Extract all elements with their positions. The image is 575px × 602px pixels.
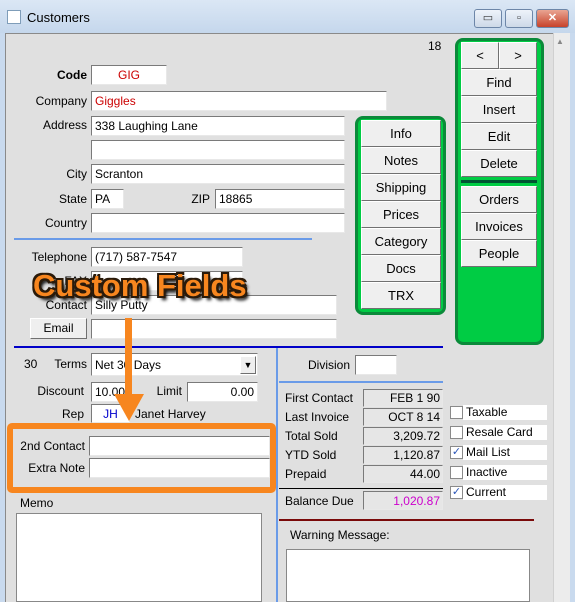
divider — [14, 238, 312, 240]
stat-value: OCT 8 14 — [363, 408, 443, 426]
balance-due-label: Balance Due — [285, 494, 354, 508]
stat-label: Total Sold — [285, 429, 338, 443]
tab-shipping[interactable]: Shipping — [361, 174, 441, 201]
company-field[interactable]: Giggles — [91, 91, 387, 111]
stat-label: YTD Sold — [285, 448, 337, 462]
company-label: Company — [35, 94, 87, 108]
stat-value: 44.00 — [363, 465, 443, 483]
tab-info[interactable]: Info — [361, 120, 441, 147]
maximize-button[interactable]: ▫ — [505, 9, 533, 28]
divider — [279, 519, 534, 521]
stat-value: FEB 1 90 — [363, 389, 443, 407]
insert-button[interactable]: Insert — [461, 96, 537, 123]
scrollbar[interactable] — [553, 33, 570, 602]
checkbox[interactable]: ✓ — [450, 446, 463, 459]
stat-label: First Contact — [285, 391, 354, 405]
country-field[interactable] — [91, 213, 345, 233]
address-line1-field[interactable]: 338 Laughing Lane — [91, 116, 345, 136]
invoices-button[interactable]: Invoices — [461, 213, 537, 240]
window-title: Customers — [27, 10, 90, 25]
prev-record-button[interactable]: < — [461, 42, 499, 69]
arrow-icon — [114, 318, 144, 421]
email-button[interactable]: Email — [30, 318, 87, 339]
tab-category[interactable]: Category — [361, 228, 441, 255]
address-line2-field[interactable] — [91, 140, 345, 160]
checkbox-label: Resale Card — [463, 425, 547, 440]
limit-field[interactable]: 0.00 — [187, 382, 258, 402]
discount-label: Discount — [37, 384, 84, 398]
state-label: State — [58, 192, 87, 206]
tab-prices[interactable]: Prices — [361, 201, 441, 228]
checkbox-label: Taxable — [463, 405, 547, 420]
checkbox[interactable]: ✓ — [450, 486, 463, 499]
checkbox-label: Mail List — [463, 445, 547, 460]
stat-label: Prepaid — [285, 467, 327, 481]
address-label: Address — [42, 118, 87, 132]
memo-textarea[interactable] — [16, 513, 262, 602]
close-button[interactable]: ✕ — [536, 9, 569, 28]
custom-fields-callout: Custom Fields — [33, 268, 247, 303]
stat-value: 3,209.72 — [363, 427, 443, 445]
stat-value: 1,120.87 — [363, 446, 443, 464]
scroll-up-icon[interactable]: ▲ — [556, 37, 564, 46]
divider — [14, 346, 443, 348]
division-field[interactable] — [355, 355, 397, 375]
zip-field[interactable]: 18865 — [215, 189, 345, 209]
code-label: Code — [57, 68, 87, 82]
checkbox[interactable] — [450, 426, 463, 439]
rep-label: Rep — [61, 407, 84, 421]
checkbox-label: Inactive — [463, 465, 547, 480]
state-field[interactable]: PA — [91, 189, 124, 209]
code-field[interactable]: GIG — [91, 65, 167, 85]
checkbox[interactable] — [450, 406, 463, 419]
window-icon — [7, 10, 21, 24]
divider — [279, 381, 443, 383]
tab-notes[interactable]: Notes — [361, 147, 441, 174]
orders-button[interactable]: Orders — [461, 186, 537, 213]
record-number: 18 — [428, 39, 442, 53]
divider — [279, 488, 443, 489]
custom-fields-highlight — [7, 423, 276, 493]
warning-textarea[interactable] — [286, 549, 530, 602]
divider — [276, 348, 278, 602]
city-field[interactable]: Scranton — [91, 164, 345, 184]
city-label: City — [66, 167, 87, 181]
telephone-field[interactable]: (717) 587-7547 — [91, 247, 243, 267]
country-label: Country — [44, 216, 87, 230]
balance-due-value: 1,020.87 — [363, 491, 443, 510]
terms-label: Terms — [54, 357, 87, 371]
tab-trx[interactable]: TRX — [361, 282, 441, 309]
memo-label: Memo — [20, 496, 54, 510]
terms-days: 30 — [24, 357, 38, 371]
tab-docs[interactable]: Docs — [361, 255, 441, 282]
zip-label: ZIP — [191, 192, 210, 206]
divider — [461, 180, 537, 183]
people-button[interactable]: People — [461, 240, 537, 267]
division-label: Division — [307, 358, 350, 372]
warning-label: Warning Message: — [290, 528, 390, 542]
stat-label: Last Invoice — [285, 410, 350, 424]
find-button[interactable]: Find — [461, 69, 537, 96]
minimize-button[interactable]: ▭ — [474, 9, 502, 28]
delete-button[interactable]: Delete — [461, 150, 537, 177]
edit-button[interactable]: Edit — [461, 123, 537, 150]
telephone-label: Telephone — [31, 250, 87, 264]
checkbox[interactable] — [450, 466, 463, 479]
chevron-down-icon[interactable]: ▼ — [240, 356, 256, 374]
checkbox-label: Current — [463, 485, 547, 500]
next-record-button[interactable]: > — [499, 42, 537, 69]
